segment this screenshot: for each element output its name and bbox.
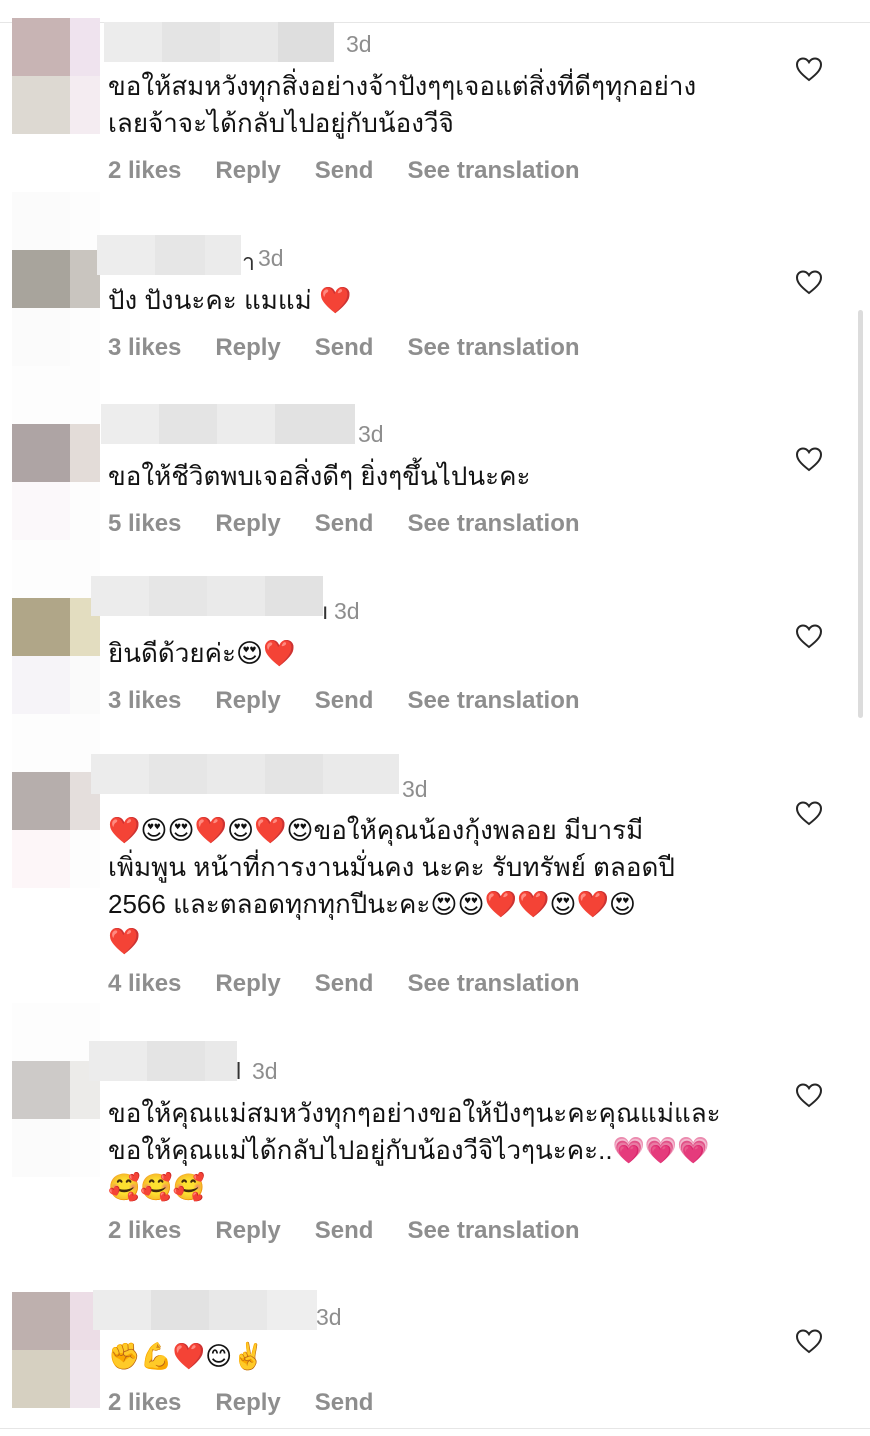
- username-blurred[interactable]: [97, 235, 241, 275]
- heart-outline-icon[interactable]: [795, 1328, 823, 1354]
- reply-button[interactable]: Reply: [215, 510, 280, 538]
- comment-text: ขอให้คุณแม่สมหวังทุกๆอย่างขอให้ปังๆนะคะค…: [108, 1098, 721, 1202]
- send-button[interactable]: Send: [315, 334, 374, 362]
- reply-button[interactable]: Reply: [215, 687, 280, 715]
- comment-text: ขอให้สมหวังทุกสิ่งอย่างจ้าปังๆๆเจอแต่สิ่…: [108, 71, 697, 138]
- heart-outline-icon[interactable]: [795, 800, 823, 826]
- likes-count[interactable]: 2 likes: [108, 1389, 181, 1417]
- likes-count[interactable]: 4 likes: [108, 970, 181, 998]
- comment-actions: 3 likes Reply Send See translation: [108, 334, 614, 362]
- reply-button[interactable]: Reply: [215, 157, 280, 185]
- reply-button[interactable]: Reply: [215, 1389, 280, 1417]
- heart-outline-icon[interactable]: [795, 56, 823, 82]
- bottom-divider: [0, 1428, 870, 1429]
- heart-outline-icon[interactable]: [795, 623, 823, 649]
- see-translation-button[interactable]: See translation: [407, 970, 579, 998]
- timestamp: 3d: [402, 776, 428, 802]
- see-translation-button[interactable]: See translation: [407, 334, 579, 362]
- send-button[interactable]: Send: [315, 687, 374, 715]
- avatar[interactable]: [12, 1292, 100, 1408]
- username-blurred[interactable]: [104, 22, 334, 62]
- scrollbar[interactable]: [858, 310, 863, 718]
- avatar[interactable]: [12, 540, 100, 714]
- username-blurred[interactable]: [89, 1041, 237, 1081]
- comment-text: ยินดีด้วยค่ะ😍❤️: [108, 638, 296, 668]
- username-fragment: ı: [322, 598, 329, 624]
- comment-actions: 4 likes Reply Send See translation: [108, 970, 614, 998]
- avatar[interactable]: [12, 714, 100, 888]
- send-button[interactable]: Send: [315, 970, 374, 998]
- comment-actions: 2 likes Reply Send: [108, 1389, 407, 1417]
- comment-actions: 5 likes Reply Send See translation: [108, 510, 614, 538]
- comment-actions: 2 likes Reply Send See translation: [108, 157, 614, 185]
- timestamp: 3d: [252, 1058, 278, 1084]
- timestamp: 3d: [346, 31, 372, 57]
- comment-text: ปัง ปังนะคะ แมแม่ ❤️: [108, 285, 352, 315]
- see-translation-button[interactable]: See translation: [407, 157, 579, 185]
- comment-text: ขอให้ชีวิตพบเจอสิ่งดีๆ ยิ่งๆขึ้นไปนะคะ: [108, 461, 531, 491]
- avatar[interactable]: [12, 18, 100, 134]
- send-button[interactable]: Send: [315, 157, 374, 185]
- timestamp: 3d: [358, 421, 384, 447]
- comment-actions: 2 likes Reply Send See translation: [108, 1217, 614, 1245]
- likes-count[interactable]: 3 likes: [108, 687, 181, 715]
- heart-outline-icon[interactable]: [795, 1082, 823, 1108]
- avatar[interactable]: [12, 1003, 100, 1177]
- reply-button[interactable]: Reply: [215, 334, 280, 362]
- comment-actions: 3 likes Reply Send See translation: [108, 687, 614, 715]
- timestamp: 3d: [316, 1304, 342, 1330]
- see-translation-button[interactable]: See translation: [407, 1217, 579, 1245]
- see-translation-button[interactable]: See translation: [407, 687, 579, 715]
- comment-text: ❤️😍😍❤️😍❤️😍ขอให้คุณน้องกุ้งพลอย มีบารมี เ…: [108, 815, 675, 956]
- reply-button[interactable]: Reply: [215, 970, 280, 998]
- username-blurred[interactable]: [91, 754, 399, 794]
- see-translation-button[interactable]: See translation: [407, 510, 579, 538]
- likes-count[interactable]: 2 likes: [108, 157, 181, 185]
- username-blurred[interactable]: [101, 404, 355, 444]
- username-blurred[interactable]: [91, 576, 323, 616]
- reply-button[interactable]: Reply: [215, 1217, 280, 1245]
- likes-count[interactable]: 3 likes: [108, 334, 181, 362]
- username-blurred[interactable]: [93, 1290, 317, 1330]
- likes-count[interactable]: 2 likes: [108, 1217, 181, 1245]
- heart-outline-icon[interactable]: [795, 446, 823, 472]
- likes-count[interactable]: 5 likes: [108, 510, 181, 538]
- username-fragment: า: [242, 249, 255, 275]
- send-button[interactable]: Send: [315, 1217, 374, 1245]
- timestamp: 3d: [258, 245, 284, 271]
- heart-outline-icon[interactable]: [795, 269, 823, 295]
- avatar[interactable]: [12, 192, 100, 366]
- send-button[interactable]: Send: [315, 1389, 374, 1417]
- timestamp: 3d: [334, 598, 360, 624]
- username-fragment: l: [236, 1058, 242, 1084]
- comment-text: ✊💪❤️😊✌️: [108, 1341, 265, 1371]
- send-button[interactable]: Send: [315, 510, 374, 538]
- avatar[interactable]: [12, 366, 100, 540]
